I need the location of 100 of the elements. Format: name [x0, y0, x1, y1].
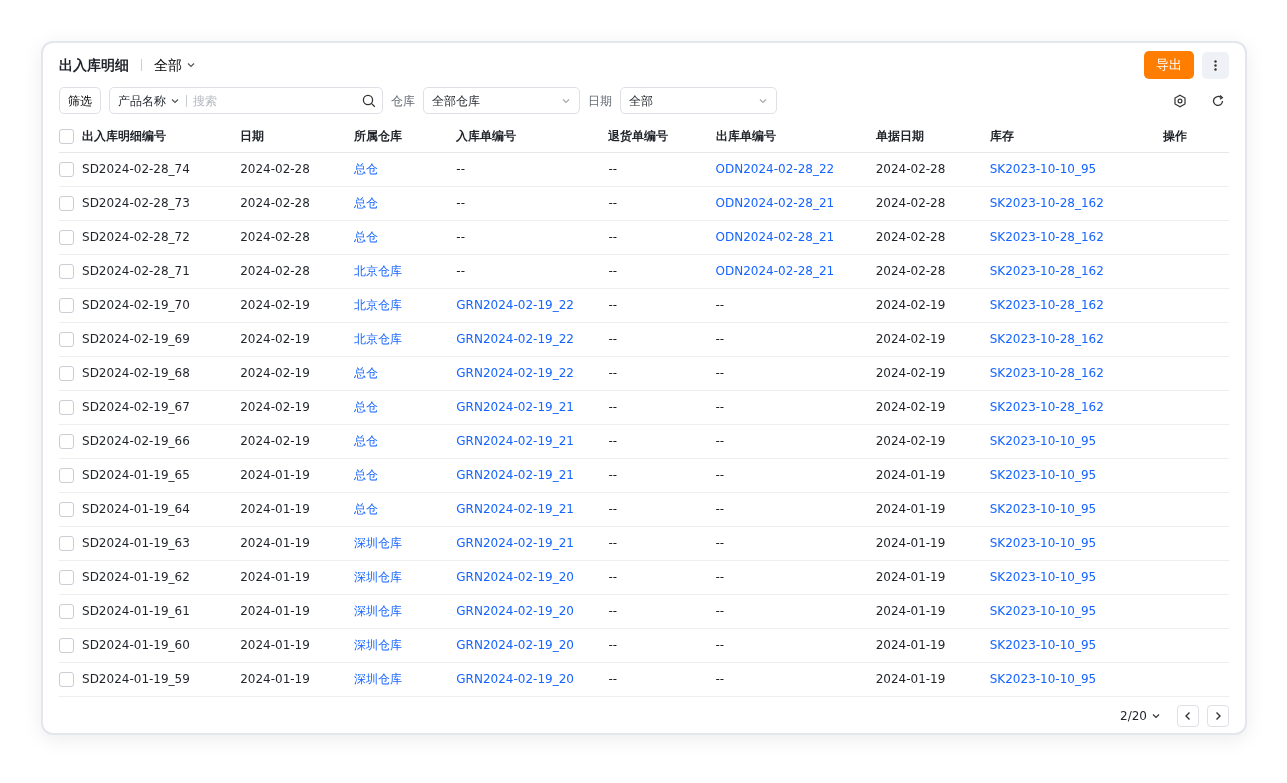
- table-link[interactable]: ODN2024-02-28_21: [715, 230, 835, 244]
- table-link[interactable]: GRN2024-02-19_20: [456, 570, 574, 584]
- table-cell: 2024-01-19: [240, 536, 310, 550]
- table-cell: --: [456, 230, 465, 244]
- table-link[interactable]: 深圳仓库: [354, 536, 403, 550]
- table-link[interactable]: GRN2024-02-19_20: [456, 672, 574, 686]
- table-link[interactable]: 深圳仓库: [354, 570, 403, 584]
- table-cell: 2024-02-19: [875, 332, 946, 346]
- table-link[interactable]: SK2023-10-28_162: [989, 230, 1104, 244]
- search-field[interactable]: 产品名称 搜索: [109, 87, 383, 114]
- filter-button[interactable]: 筛选: [59, 87, 101, 114]
- table-link[interactable]: 北京仓库: [354, 298, 403, 312]
- row-checkbox[interactable]: [59, 332, 74, 347]
- scope-dropdown[interactable]: 全部: [154, 54, 196, 76]
- settings-icon[interactable]: [1173, 93, 1187, 108]
- table-link[interactable]: 总仓: [354, 400, 379, 414]
- table-link[interactable]: GRN2024-02-19_20: [456, 638, 574, 652]
- page-indicator[interactable]: 2/20: [1120, 707, 1147, 725]
- table-link[interactable]: 总仓: [354, 162, 379, 176]
- table-link[interactable]: GRN2024-02-19_20: [456, 604, 574, 618]
- table-cell: --: [715, 536, 725, 550]
- row-checkbox[interactable]: [59, 366, 74, 381]
- table-link[interactable]: GRN2024-02-19_21: [456, 434, 574, 448]
- table-link[interactable]: 总仓: [354, 366, 379, 380]
- table-link[interactable]: SK2023-10-10_95: [989, 604, 1097, 618]
- table-cell: --: [608, 502, 618, 516]
- row-checkbox[interactable]: [59, 468, 74, 483]
- table-cell: 2024-01-19: [875, 672, 946, 686]
- table-link[interactable]: SK2023-10-10_95: [989, 434, 1097, 448]
- table-link[interactable]: SK2023-10-28_162: [989, 332, 1104, 346]
- page-title: 出入库明细: [59, 55, 129, 75]
- table-link[interactable]: SK2023-10-10_95: [989, 162, 1097, 176]
- table-cell: 2024-02-28: [875, 264, 946, 278]
- table-link[interactable]: 总仓: [354, 468, 379, 482]
- table-link[interactable]: SK2023-10-10_95: [989, 638, 1097, 652]
- table-link[interactable]: 总仓: [354, 434, 379, 448]
- table-link[interactable]: 总仓: [354, 230, 379, 244]
- table-link[interactable]: SK2023-10-10_95: [989, 672, 1097, 686]
- row-checkbox[interactable]: [59, 638, 74, 653]
- select-all-checkbox[interactable]: [59, 128, 74, 144]
- next-page-button[interactable]: [1207, 705, 1229, 727]
- row-checkbox[interactable]: [59, 298, 74, 313]
- row-checkbox[interactable]: [59, 162, 74, 177]
- table-link[interactable]: SK2023-10-28_162: [989, 366, 1104, 380]
- column-header: 操作: [1162, 128, 1187, 143]
- table-link[interactable]: ODN2024-02-28_22: [715, 162, 835, 176]
- row-checkbox[interactable]: [59, 230, 74, 245]
- refresh-icon[interactable]: [1211, 93, 1225, 108]
- table-cell: 2024-02-19: [240, 400, 310, 414]
- table-cell: SD2024-02-19_66: [82, 434, 190, 448]
- table-cell: 2024-01-19: [240, 468, 310, 482]
- table-link[interactable]: SK2023-10-28_162: [989, 298, 1104, 312]
- row-checkbox[interactable]: [59, 502, 74, 517]
- table-link[interactable]: SK2023-10-28_162: [989, 400, 1104, 414]
- row-checkbox[interactable]: [59, 536, 74, 551]
- row-checkbox[interactable]: [59, 434, 74, 449]
- previous-page-button[interactable]: [1177, 705, 1199, 727]
- table-link[interactable]: SK2023-10-10_95: [989, 570, 1097, 584]
- table-link[interactable]: 北京仓库: [354, 332, 403, 346]
- table-link[interactable]: SK2023-10-28_162: [989, 264, 1104, 278]
- table-link[interactable]: GRN2024-02-19_21: [456, 468, 574, 482]
- table-cell: --: [608, 196, 618, 210]
- table-cell: --: [608, 434, 618, 448]
- export-button[interactable]: 导出: [1144, 51, 1194, 79]
- table-link[interactable]: SK2023-10-10_95: [989, 468, 1097, 482]
- table-link[interactable]: 总仓: [354, 196, 379, 210]
- table-cell: --: [608, 570, 618, 584]
- row-checkbox[interactable]: [59, 672, 74, 687]
- table-cell: 2024-02-19: [240, 366, 310, 380]
- table-link[interactable]: SK2023-10-10_95: [989, 536, 1097, 550]
- column-header: 出入库明细编号: [82, 128, 166, 143]
- table-cell: 2024-02-19: [240, 434, 310, 448]
- table-cell: --: [715, 332, 725, 346]
- row-checkbox[interactable]: [59, 570, 74, 585]
- table-link[interactable]: GRN2024-02-19_21: [456, 502, 574, 516]
- row-checkbox[interactable]: [59, 196, 74, 211]
- table-link[interactable]: 深圳仓库: [354, 638, 403, 652]
- table-link[interactable]: ODN2024-02-28_21: [715, 264, 835, 278]
- table-link[interactable]: 总仓: [354, 502, 379, 516]
- table-link[interactable]: SK2023-10-28_162: [989, 196, 1104, 210]
- table-link[interactable]: 深圳仓库: [354, 672, 403, 686]
- table-link[interactable]: GRN2024-02-19_21: [456, 536, 574, 550]
- table-cell: --: [608, 672, 618, 686]
- column-header: 单据日期: [875, 128, 924, 143]
- row-checkbox[interactable]: [59, 604, 74, 619]
- row-checkbox[interactable]: [59, 400, 74, 415]
- table-link[interactable]: GRN2024-02-19_21: [456, 400, 574, 414]
- table-link[interactable]: GRN2024-02-19_22: [456, 332, 574, 346]
- more-button[interactable]: [1202, 51, 1229, 79]
- table-link[interactable]: ODN2024-02-28_21: [715, 196, 835, 210]
- date-select[interactable]: 全部: [620, 87, 777, 114]
- row-checkbox[interactable]: [59, 264, 74, 279]
- warehouse-select[interactable]: 全部仓库: [423, 87, 580, 114]
- table-link[interactable]: GRN2024-02-19_22: [456, 366, 574, 380]
- table-link[interactable]: 北京仓库: [354, 264, 403, 278]
- table-link[interactable]: 深圳仓库: [354, 604, 403, 618]
- search-icon[interactable]: [362, 93, 376, 108]
- field-selector[interactable]: 产品名称: [118, 91, 166, 110]
- table-link[interactable]: GRN2024-02-19_22: [456, 298, 574, 312]
- table-link[interactable]: SK2023-10-10_95: [989, 502, 1097, 516]
